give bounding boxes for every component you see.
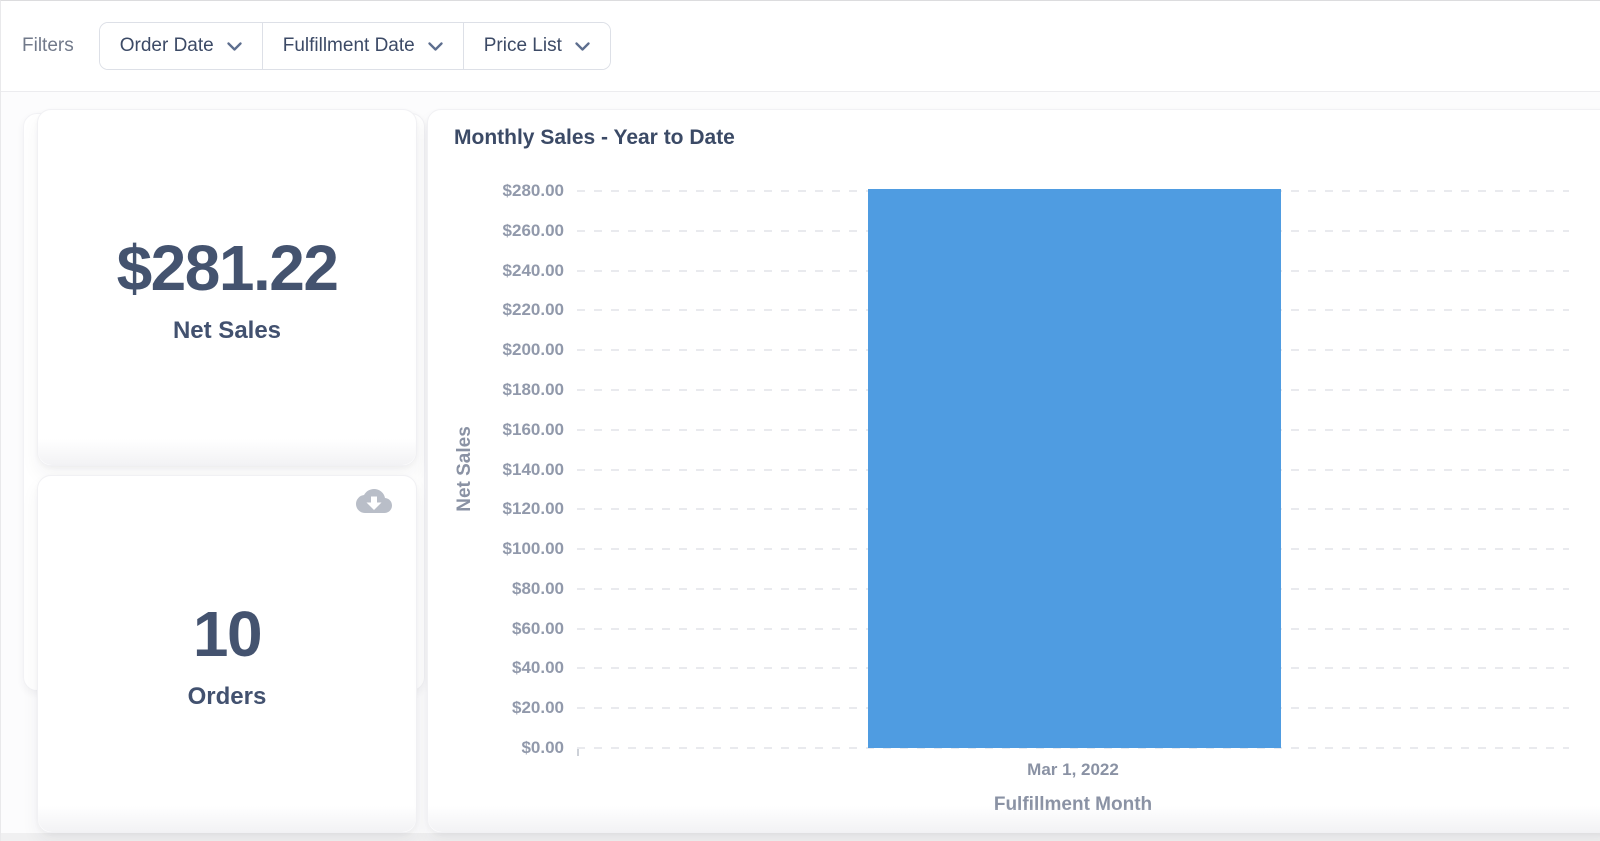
plot-area: Mar 1, 2022 Fulfillment Month	[577, 189, 1569, 815]
x-axis-title: Fulfillment Month	[993, 794, 1153, 815]
y-tick-label: $260.00	[502, 220, 564, 240]
download-icon[interactable]	[356, 486, 392, 516]
net-sales-value: $281.22	[116, 231, 339, 304]
y-tick-label: $0.00	[521, 738, 564, 757]
chevron-down-icon	[227, 42, 242, 52]
filter-dropdown-order-date[interactable]: Order Date	[99, 23, 262, 69]
filter-dropdown-fulfillment-date[interactable]: Fulfillment Date	[261, 23, 463, 69]
y-tick-label: $40.00	[512, 658, 564, 678]
y-tick-label: $140.00	[502, 459, 564, 479]
y-tick-label: $120.00	[502, 499, 564, 519]
y-tick-label: $200.00	[502, 340, 564, 360]
x-axis-tick-mark	[577, 749, 579, 756]
net-sales-label: Net Sales	[172, 316, 282, 344]
y-tick-label: $180.00	[502, 379, 564, 399]
y-tick-label: $20.00	[512, 698, 564, 718]
kpi-card-orders: 10 Orders	[37, 475, 417, 833]
filters-label: Filters	[22, 35, 74, 56]
y-tick-label: $80.00	[512, 578, 564, 598]
orders-label: Orders	[187, 683, 267, 710]
y-tick-label: $240.00	[502, 260, 564, 280]
y-tick-label: $160.00	[502, 419, 564, 439]
filter-dropdown-price-list[interactable]: Price List	[462, 23, 610, 69]
y-axis-labels: $280.00 $260.00 $240.00 $220.00 $200.00 $180.…	[428, 181, 564, 757]
filter-dropdown-label: Order Date	[119, 35, 214, 56]
x-tick-label: Mar 1, 2022	[1027, 760, 1119, 779]
y-tick-label: $60.00	[512, 618, 564, 638]
chevron-down-icon	[428, 42, 443, 52]
y-tick-label: $220.00	[502, 300, 564, 320]
bar-mar-2022[interactable]	[868, 189, 1281, 748]
filter-bar: Filters Order Date Fulfillment Date Pric…	[1, 1, 1600, 92]
dashboard-content: $281.22 Net Sales 10 Orders Monthly Sale…	[1, 92, 1600, 841]
y-tick-label: $280.00	[502, 181, 564, 200]
orders-value: 10	[192, 598, 263, 670]
page-background-strip	[1, 833, 1600, 841]
chevron-down-icon	[575, 42, 590, 52]
chart-card: Monthly Sales - Year to Date Net Sales $…	[427, 109, 1600, 833]
chart-title: Monthly Sales - Year to Date	[454, 126, 735, 149]
kpi-card-net-sales: $281.22 Net Sales	[37, 109, 417, 466]
filter-dropdown-label: Price List	[483, 35, 562, 56]
y-tick-label: $100.00	[502, 539, 564, 559]
filter-dropdown-label: Fulfillment Date	[282, 35, 415, 56]
filter-button-group: Order Date Fulfillment Date Price List	[98, 22, 611, 70]
